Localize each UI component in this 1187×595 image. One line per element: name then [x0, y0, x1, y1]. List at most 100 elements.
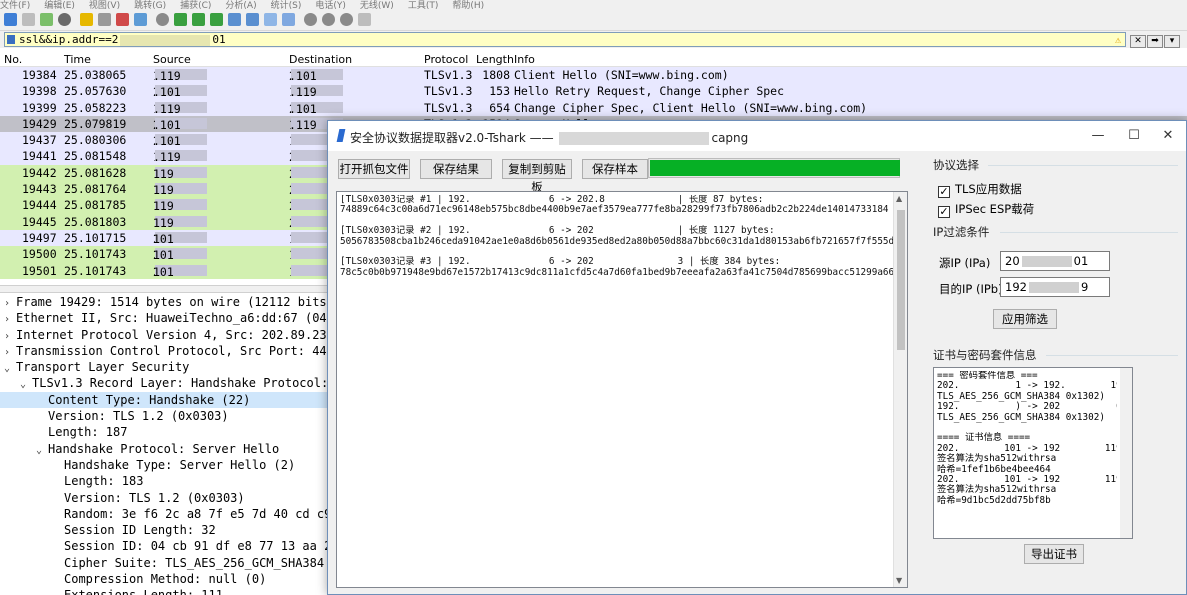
menu-item[interactable]: 跳转(G)	[134, 1, 166, 10]
menu-item[interactable]: 捕获(C)	[180, 1, 211, 10]
menu-item[interactable]: 统计(S)	[271, 1, 302, 10]
display-filter-bar: ssl&&ip.addr==2 01 ⚠	[0, 31, 1187, 48]
resize-columns-icon[interactable]	[358, 13, 371, 26]
open-capture-button[interactable]: 打开抓包文件	[338, 159, 410, 179]
output-textarea[interactable]: [TLS0x0303记录 #1 | 192. 6 -> 202.8 | 长度 8…	[336, 191, 908, 588]
column-time[interactable]: Time	[64, 53, 91, 66]
clear-filter-icon[interactable]: ✕	[1130, 35, 1146, 48]
save-sample-button[interactable]: 保存样本	[582, 159, 648, 179]
app-icon	[336, 129, 346, 142]
close-file-icon[interactable]	[116, 13, 129, 26]
zoom-in-icon[interactable]	[304, 13, 317, 26]
column-length[interactable]: Length	[476, 53, 514, 66]
export-cert-button[interactable]: 导出证书	[1024, 544, 1084, 564]
packet-no: 19500	[22, 247, 57, 262]
apply-filter-icon[interactable]: ➡	[1147, 35, 1163, 48]
detail-text: Session ID Length: 32	[64, 523, 216, 538]
find-icon[interactable]	[156, 13, 169, 26]
filter-text-suffix: 01	[212, 33, 226, 46]
packet-time: 25.101743	[64, 247, 127, 262]
packet-row[interactable]: 1938425.038065192.119202..101TLSv1.31808…	[0, 67, 1187, 84]
packet-protocol: TLSv1.3	[424, 100, 473, 115]
expand-arrow-icon[interactable]: ⌄	[36, 443, 48, 459]
tls-checkbox[interactable]: ✓ TLS应用数据	[938, 181, 1022, 198]
packet-time: 25.038065	[64, 68, 127, 82]
dst-ip-input[interactable]: 192 9	[1000, 277, 1110, 297]
warning-icon: ⚠	[1114, 35, 1121, 46]
filter-dropdown-icon[interactable]: ▾	[1164, 35, 1180, 48]
column-destination[interactable]: Destination	[289, 53, 352, 66]
stop-icon[interactable]	[22, 13, 35, 26]
maximize-icon[interactable]: ☐	[1116, 125, 1152, 147]
minimize-icon[interactable]: —	[1080, 125, 1116, 147]
packet-time: 25.079819	[64, 116, 127, 131]
first-packet-icon[interactable]	[228, 13, 241, 26]
close-icon[interactable]: ✕	[1150, 125, 1186, 147]
shark-fin-icon[interactable]	[4, 13, 17, 26]
column-source[interactable]: Source	[153, 53, 191, 66]
go-to-icon[interactable]	[210, 13, 223, 26]
wireshark-toolbar	[0, 9, 1187, 31]
detail-text: Frame 19429: 1514 bytes on wire (12112 b…	[16, 295, 363, 309]
ipsec-checkbox[interactable]: ✓ IPSec ESP载荷	[938, 201, 1034, 218]
scroll-thumb[interactable]	[897, 210, 905, 350]
cert-scrollbar[interactable]	[1120, 368, 1132, 538]
detail-text: Content Type: Handshake (22)	[48, 392, 251, 407]
menu-item[interactable]: 电话(Y)	[315, 1, 346, 10]
copy-clipboard-button[interactable]: 复制到剪贴板	[502, 159, 572, 194]
column-protocol[interactable]: Protocol	[424, 53, 468, 66]
display-filter-input[interactable]: ssl&&ip.addr==2 01 ⚠	[4, 32, 1126, 47]
expand-arrow-icon[interactable]: ›	[4, 312, 16, 328]
reload-icon[interactable]	[134, 13, 147, 26]
filter-buttons: ✕ ➡ ▾	[1130, 32, 1184, 48]
menu-item[interactable]: 视图(V)	[89, 1, 120, 10]
scroll-down-icon[interactable]: ▼	[896, 576, 902, 585]
packet-time: 25.101715	[64, 230, 127, 245]
autoscroll-icon[interactable]	[264, 13, 277, 26]
detail-text: Session ID: 04 cb 91 df e8 77 13 aa 25 4	[64, 539, 353, 554]
detail-text: Transmission Control Protocol, Src Port:…	[16, 343, 363, 358]
ip-group-title: IP过滤条件	[933, 225, 990, 239]
last-packet-icon[interactable]	[246, 13, 259, 26]
menu-item[interactable]: 无线(W)	[360, 1, 394, 10]
zoom-out-icon[interactable]	[322, 13, 335, 26]
packet-no: 19398	[22, 84, 57, 99]
column-no[interactable]: No.	[4, 53, 22, 66]
packet-no: 19441	[22, 149, 57, 164]
src-ip-input[interactable]: 20 01	[1000, 251, 1110, 271]
apply-filter-button[interactable]: 应用筛选	[993, 309, 1057, 329]
packet-no: 19445	[22, 214, 57, 229]
detail-text: Length: 183	[64, 474, 144, 489]
detail-text: Extensions Length: 111	[64, 588, 223, 595]
save-file-icon[interactable]	[98, 13, 111, 26]
cert-info-textarea[interactable]: === 密码套件信息 === 202. 1 -> 192. 19: TLS_AE…	[933, 367, 1133, 539]
expand-arrow-icon[interactable]: ⌄	[20, 377, 32, 393]
menu-item[interactable]: 编辑(E)	[44, 1, 75, 10]
menu-item[interactable]: 工具(T)	[408, 1, 439, 10]
menu-item[interactable]: 分析(A)	[225, 1, 256, 10]
output-scrollbar[interactable]: ▲ ▼	[893, 192, 907, 587]
options-icon[interactable]	[58, 13, 71, 26]
back-icon[interactable]	[174, 13, 187, 26]
packet-row[interactable]: 1939825.057630202.101192..119TLSv1.3153H…	[0, 83, 1187, 100]
packet-time: 25.081764	[64, 182, 127, 197]
open-file-icon[interactable]	[80, 13, 93, 26]
bookmark-icon[interactable]	[7, 35, 15, 44]
forward-icon[interactable]	[192, 13, 205, 26]
protocol-group-title: 协议选择	[933, 158, 979, 172]
save-result-button[interactable]: 保存结果	[420, 159, 492, 179]
packet-time: 25.080306	[64, 133, 127, 148]
zoom-reset-icon[interactable]	[340, 13, 353, 26]
scroll-up-icon[interactable]: ▲	[896, 194, 902, 203]
colorize-icon[interactable]	[282, 13, 295, 26]
menu-item[interactable]: 帮助(H)	[452, 1, 484, 10]
expand-arrow-icon[interactable]: ⌄	[4, 361, 16, 377]
packet-no: 19444	[22, 198, 57, 213]
column-info[interactable]: Info	[514, 53, 535, 66]
detail-text: Version: TLS 1.2 (0x0303)	[64, 490, 245, 505]
menu-item[interactable]: 文件(F)	[0, 1, 30, 10]
packet-row[interactable]: 1939925.058223192.119202..101TLSv1.3654C…	[0, 99, 1187, 116]
window-titlebar[interactable]: 安全协议数据提取器v2.0-Tshark —— capng — ☐ ✕	[328, 121, 1186, 151]
restart-icon[interactable]	[40, 13, 53, 26]
cert-group-title: 证书与密码套件信息	[933, 348, 1037, 362]
